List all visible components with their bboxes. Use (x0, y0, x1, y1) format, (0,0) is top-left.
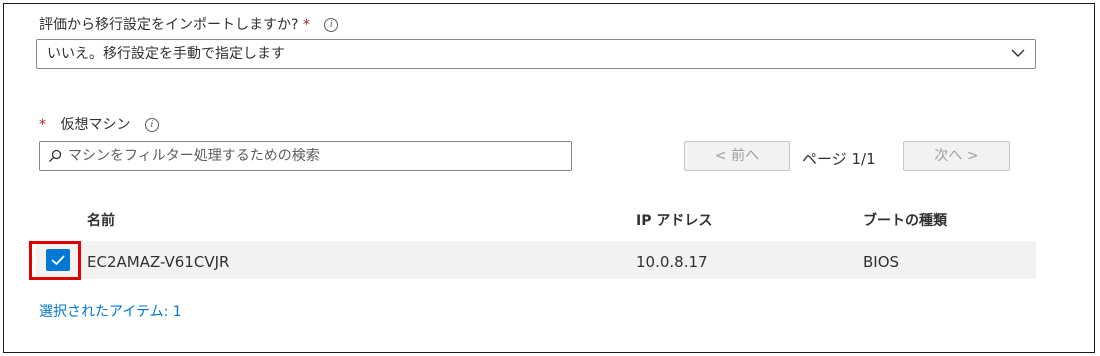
selected-items-link[interactable]: 選択されたアイテム: 1 (39, 301, 182, 321)
search-placeholder: マシンをフィルター処理するための検索 (68, 148, 320, 164)
ip-address-cell: 10.0.8.17 (636, 253, 708, 271)
column-header-ip-address[interactable]: IP アドレス (636, 210, 712, 230)
boot-type-cell: BIOS (863, 253, 900, 271)
machine-search-input[interactable]: マシンをフィルター処理するための検索 (39, 141, 572, 171)
info-icon[interactable]: i (144, 118, 159, 132)
next-page-button[interactable]: 次へ > (903, 141, 1010, 171)
virtual-machine-label: 仮想マシン (60, 117, 131, 133)
search-icon (49, 149, 62, 162)
highlight-box (29, 241, 81, 280)
chevron-down-icon (1011, 49, 1025, 57)
column-header-boot-type[interactable]: ブートの種類 (863, 210, 947, 230)
import-settings-dropdown[interactable]: いいえ。移行設定を手動で指定します (36, 39, 1036, 69)
vm-name-cell: EC2AMAZ-V61CVJR (87, 253, 230, 271)
import-settings-label-row: 評価から移行設定をインポートしますか? * i (39, 14, 339, 34)
page-indicator: ページ 1/1 (802, 150, 876, 168)
virtual-machine-label-row: * 仮想マシン i (39, 114, 159, 134)
required-mark: * (302, 17, 310, 33)
column-header-name[interactable]: 名前 (87, 210, 115, 230)
import-settings-selected-value: いいえ。移行設定を手動で指定します (47, 46, 285, 62)
previous-page-button[interactable]: < 前へ (684, 141, 790, 171)
info-icon[interactable]: i (324, 18, 339, 32)
import-settings-label: 評価から移行設定をインポートしますか? (39, 17, 299, 33)
required-mark: * (39, 117, 46, 133)
